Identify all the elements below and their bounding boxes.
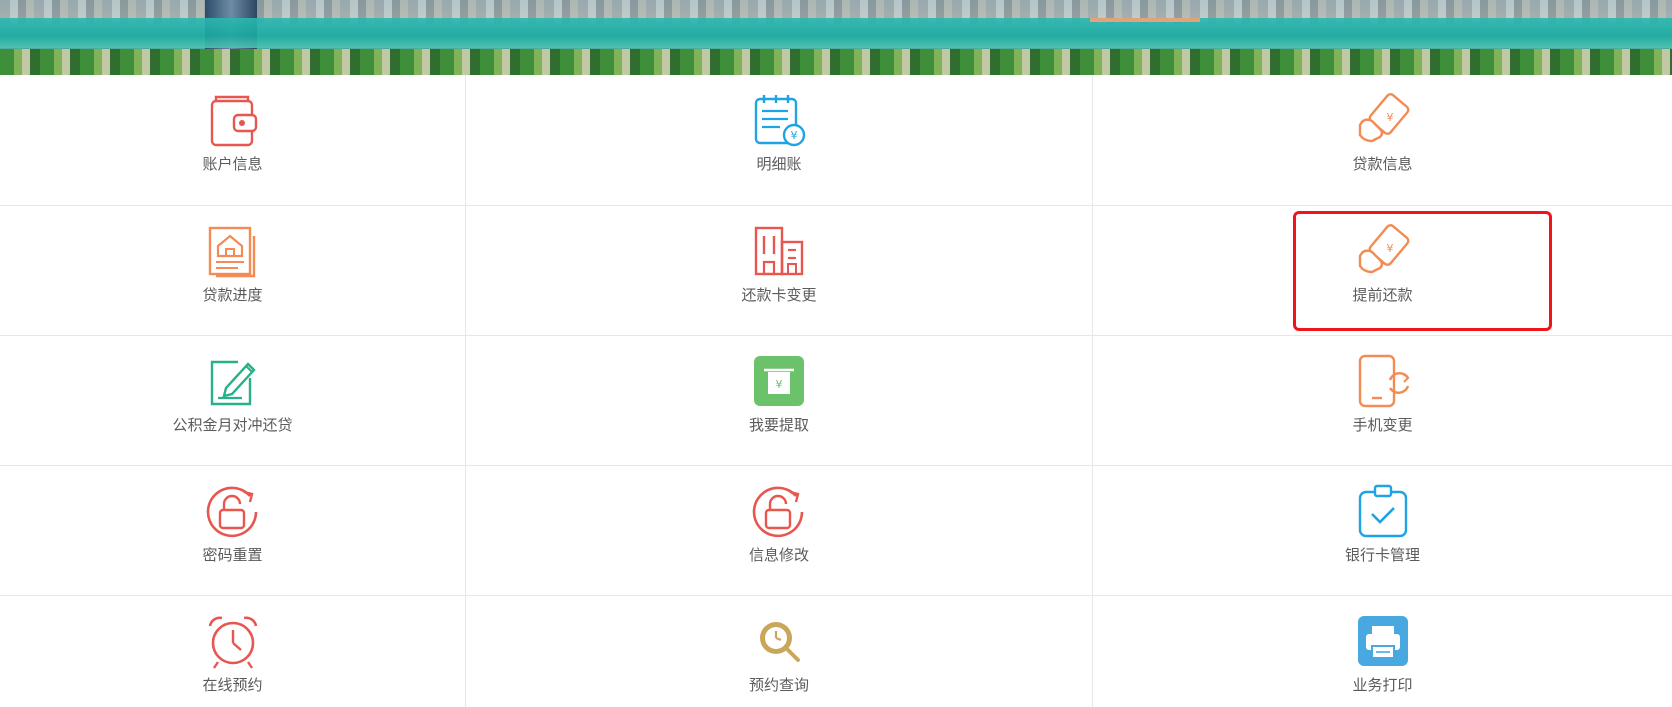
- menu-item-label: 预约查询: [748, 676, 809, 694]
- menu-item-password-reset[interactable]: 密码重置: [0, 466, 466, 596]
- menu-item-label: 账户信息: [202, 155, 263, 173]
- service-menu-grid: 账户信息 ¥ 明细账 ¥ 贷款信息 贷款进度 还款卡变更 ¥ 提前还款 公积金月…: [0, 75, 1672, 707]
- menu-item-loan-progress[interactable]: 贷款进度: [0, 206, 466, 336]
- menu-item-label: 在线预约: [202, 676, 263, 694]
- loan-hand-card-icon: ¥: [1358, 93, 1409, 143]
- menu-item-label: 密码重置: [202, 546, 263, 564]
- house-document-icon: [208, 226, 255, 278]
- menu-item-label: 手机变更: [1352, 416, 1413, 434]
- clipboard-check-icon: [1358, 484, 1407, 538]
- banner-shore: [0, 49, 1672, 75]
- menu-item-early-repayment[interactable]: ¥ 提前还款: [1093, 206, 1672, 336]
- menu-item-label: 贷款信息: [1352, 155, 1413, 173]
- banner-river: [0, 18, 1672, 48]
- buildings-icon: [754, 226, 804, 276]
- menu-item-label: 公积金月对冲还贷: [172, 416, 293, 434]
- search-clock-icon: [760, 622, 800, 662]
- menu-row: 账户信息 ¥ 明细账 ¥ 贷款信息: [0, 75, 1672, 205]
- menu-item-label: 信息修改: [748, 546, 809, 564]
- menu-item-label: 还款卡变更: [741, 286, 817, 304]
- menu-row: 公积金月对冲还贷 ¥ 我要提取 手机变更: [0, 335, 1672, 466]
- menu-item-monthly-offset-repay[interactable]: 公积金月对冲还贷: [0, 336, 466, 466]
- menu-item-repay-card-change[interactable]: 还款卡变更: [466, 206, 1093, 336]
- menu-row: 密码重置 信息修改 银行卡管理: [0, 465, 1672, 596]
- menu-item-bank-card-manage[interactable]: 银行卡管理: [1093, 466, 1672, 596]
- menu-item-business-print[interactable]: 业务打印: [1093, 596, 1672, 707]
- svg-text:¥: ¥: [1386, 242, 1393, 255]
- menu-item-label: 业务打印: [1352, 676, 1413, 694]
- unlock-refresh-icon: [752, 486, 804, 538]
- atm-withdraw-icon: ¥: [754, 356, 804, 406]
- svg-text:¥: ¥: [791, 129, 798, 142]
- menu-item-label: 提前还款: [1352, 286, 1413, 304]
- menu-item-withdraw[interactable]: ¥ 我要提取: [466, 336, 1093, 466]
- alarm-clock-icon: [208, 616, 257, 669]
- svg-text:¥: ¥: [776, 378, 783, 391]
- menu-item-appointment-query[interactable]: 预约查询: [466, 596, 1093, 707]
- menu-item-online-appointment[interactable]: 在线预约: [0, 596, 466, 707]
- menu-item-account-info[interactable]: 账户信息: [0, 75, 466, 205]
- printer-icon: [1357, 616, 1408, 666]
- menu-item-label: 银行卡管理: [1344, 546, 1420, 564]
- loan-hand-card-icon: ¥: [1358, 224, 1409, 274]
- menu-item-info-modify[interactable]: 信息修改: [466, 466, 1093, 596]
- menu-item-label: 明细账: [756, 155, 802, 173]
- menu-item-label: 我要提取: [748, 416, 809, 434]
- phone-refresh-icon: [1358, 354, 1409, 408]
- unlock-refresh-icon: [206, 486, 257, 538]
- svg-text:¥: ¥: [1386, 111, 1393, 124]
- menu-item-label: 贷款进度: [202, 286, 263, 304]
- banner-bridge: [1090, 18, 1200, 22]
- menu-item-detail-ledger[interactable]: ¥ 明细账: [466, 75, 1093, 205]
- edit-pen-icon: [210, 360, 256, 406]
- menu-row: 在线预约 预约查询 业务打印: [0, 595, 1672, 707]
- menu-item-loan-info[interactable]: ¥ 贷款信息: [1093, 75, 1672, 205]
- ledger-yuan-icon: ¥: [754, 95, 806, 147]
- banner-image: [0, 0, 1672, 75]
- menu-row: 贷款进度 还款卡变更 ¥ 提前还款: [0, 205, 1672, 336]
- wallet-icon: [210, 95, 257, 147]
- menu-item-phone-change[interactable]: 手机变更: [1093, 336, 1672, 466]
